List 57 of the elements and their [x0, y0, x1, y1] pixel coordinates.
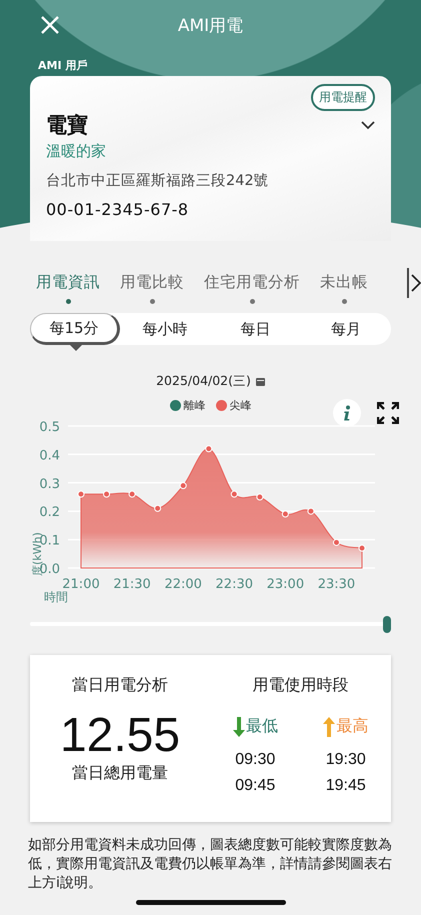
data-point [358, 544, 366, 552]
screen-title: AMI用電 [178, 15, 244, 37]
expand-icon[interactable] [377, 402, 399, 424]
total-usage: 12.55 [60, 708, 180, 763]
chevron-down-icon[interactable] [361, 120, 375, 130]
period-label: 最高 [336, 716, 368, 737]
legend-label: 尖峰 [230, 398, 252, 413]
x-axis-label: 時間 [44, 590, 68, 604]
total-usage-label: 當日總用電量 [72, 763, 168, 784]
time-label: 19:30 [326, 751, 366, 769]
account-address: 台北市中正區羅斯福路三段242號 [46, 172, 270, 190]
tab[interactable]: 未出帳 [320, 272, 368, 304]
x-tick-label: 21:00 [62, 577, 100, 592]
data-point [103, 490, 110, 498]
period-title: 用電使用時段 [252, 675, 348, 696]
calendar-icon[interactable] [256, 377, 265, 386]
tab[interactable]: 用電比較 [120, 272, 184, 304]
time-label: 09:45 [235, 777, 276, 795]
arrow-down-icon [232, 716, 245, 736]
account-number: 00-01-2345-67-8 [46, 200, 190, 219]
time-label: 19:45 [326, 777, 366, 795]
chevron-right-icon[interactable] [411, 274, 421, 292]
arrow-up-icon [323, 716, 336, 736]
data-point [78, 490, 84, 498]
account-nickname: 溫暖的家 [46, 142, 107, 161]
period-option[interactable]: 每月 [300, 313, 391, 345]
close-icon[interactable] [40, 15, 60, 35]
slider-thumb[interactable] [383, 616, 391, 633]
data-point [128, 490, 136, 498]
data-point [205, 445, 212, 452]
y-tick-label: 0.5 [39, 420, 60, 435]
data-point [154, 504, 162, 512]
y-tick-label: 0.2 [39, 505, 60, 520]
chart-date[interactable]: 2025/04/02(三) [156, 373, 251, 390]
reminder-button[interactable]: 用電提醒 [311, 84, 375, 111]
info-icon[interactable] [333, 399, 361, 427]
y-tick-label: 0.4 [39, 448, 60, 464]
x-tick-label: 23:00 [266, 577, 304, 592]
x-tick-label: 22:30 [216, 577, 253, 592]
x-tick-label: 23:30 [318, 577, 356, 592]
period-option[interactable]: 每日 [210, 313, 301, 345]
legend-label: 離峰 [184, 398, 206, 413]
analysis-title: 當日用電分析 [72, 675, 168, 696]
account-name: 電寶 [46, 112, 88, 139]
time-label: 09:30 [235, 751, 276, 769]
period-option[interactable]: 每小時 [120, 313, 210, 345]
disclaimer-text: 如部分用電資料未成功回傳，圖表總度數可能較實際度數為低，實際用電資訊及電費仍以帳單為準，詳情請參閱圖表右上方i說明。 [28, 836, 393, 893]
period-option[interactable]: 每15分 [30, 313, 120, 345]
y-tick-label: 0.3 [39, 476, 60, 492]
data-point [230, 490, 238, 498]
tab[interactable]: 住宅用電分析 [204, 272, 300, 304]
x-tick-label: 22:00 [164, 577, 202, 592]
x-tick-label: 21:30 [113, 577, 151, 592]
period-label: 最低 [246, 716, 278, 737]
data-point [256, 494, 264, 500]
pointer-tail [70, 345, 82, 351]
tab[interactable]: 用電資訊 [36, 272, 100, 304]
